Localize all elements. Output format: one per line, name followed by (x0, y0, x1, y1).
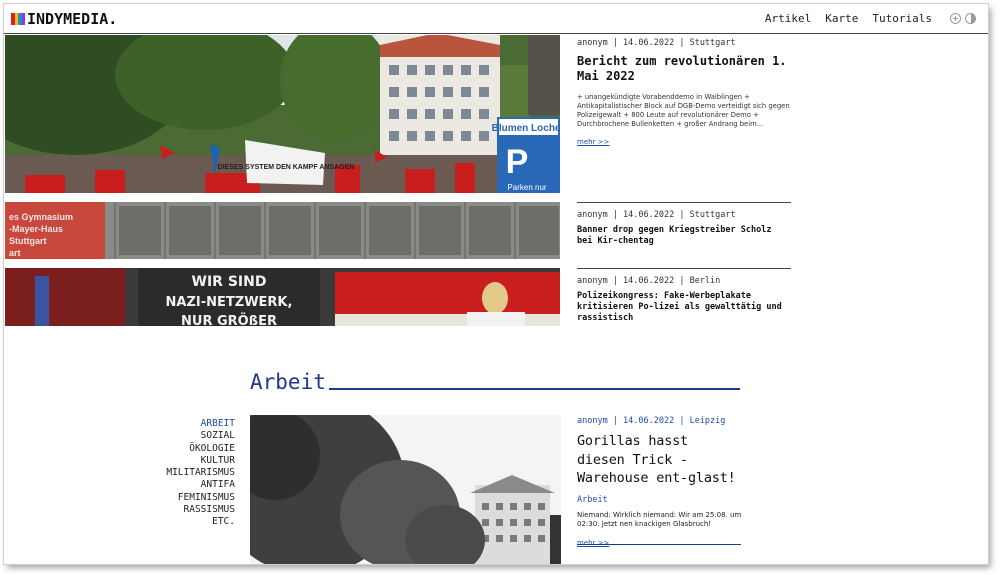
section-underline (329, 388, 740, 390)
teaser-divider (577, 202, 791, 203)
svg-text:P: P (506, 143, 529, 181)
article-teaser[interactable]: anonym | 14.06.2022 | Stuttgart Bericht … (577, 38, 791, 148)
section-title: Arbeit (250, 370, 326, 394)
featured-read-more[interactable]: mehr >> (577, 539, 609, 547)
site-logo[interactable]: INDYMEDIA. (11, 10, 117, 28)
browser-page: INDYMEDIA. Artikel Karte Tutorials Blume… (4, 4, 988, 564)
category-militarismus[interactable]: MILITARISMUS (154, 467, 235, 479)
article-title[interactable]: Bericht zum revolutionären 1. Mai 2022 (577, 54, 791, 84)
teaser-divider (577, 268, 791, 269)
category-list: ARBEIT SOZIAL ÖKOLOGIE KULTUR MILITARISM… (154, 418, 235, 529)
school-sign-line-3: Stuttgart (9, 236, 47, 246)
article-meta: anonym | 14.06.2022 | Stuttgart (577, 38, 736, 48)
article-meta: anonym | 14.06.2022 | Stuttgart (577, 210, 736, 220)
featured-article[interactable]: anonym | 14.06.2022 | Leipzig Gorillas h… (577, 416, 742, 549)
featured-title[interactable]: Gorillas hasst diesen Trick - Warehouse … (577, 432, 742, 488)
poster-line-1: WIR SIND (192, 274, 267, 290)
article-title[interactable]: Polizeikongress: Fake-Werbeplakate kriti… (577, 291, 791, 324)
main-nav: Artikel Karte Tutorials (765, 12, 976, 25)
featured-article-image[interactable] (250, 415, 561, 564)
article-meta: anonym | 14.06.2022 | Berlin (577, 276, 721, 286)
category-oekologie[interactable]: ÖKOLOGIE (154, 443, 235, 455)
category-arbeit[interactable]: ARBEIT (154, 418, 235, 430)
category-kultur[interactable]: KULTUR (154, 455, 235, 467)
site-header: INDYMEDIA. Artikel Karte Tutorials (4, 4, 988, 34)
nav-tutorials[interactable]: Tutorials (872, 12, 932, 25)
article-excerpt: + unangekündigte Vorabenddemo in Waiblin… (577, 93, 790, 128)
featured-excerpt: Niemand: Wirklich niemand: Wir am 25.08.… (577, 510, 742, 529)
read-more-link[interactable]: mehr >> (577, 138, 609, 146)
nav-karte[interactable]: Karte (825, 12, 858, 25)
logo-color-bars-icon (11, 13, 25, 25)
school-sign-line-4: art (9, 248, 21, 258)
school-sign-line-1: es Gymnasium (9, 212, 73, 222)
poster-line-2: NAZI-NETZWERK, (166, 295, 293, 310)
hero-image-poster[interactable]: WIR SIND NAZI-NETZWERK, NUR GRÖßER (5, 268, 560, 326)
hero-image-school[interactable]: es Gymnasium -Mayer-Haus Stuttgart art (5, 202, 560, 259)
logo-text: INDYMEDIA. (27, 10, 118, 28)
featured-meta: anonym | 14.06.2022 | Leipzig (577, 416, 726, 426)
featured-category[interactable]: Arbeit (577, 495, 742, 505)
contrast-icon[interactable] (965, 13, 976, 24)
poster-line-3: NUR GRÖßER (181, 313, 277, 326)
hero-image-demonstration[interactable]: Blumen Locher P Parken nur DIESES SYSTEM… (5, 35, 560, 193)
nav-artikel[interactable]: Artikel (765, 12, 811, 25)
category-sozial[interactable]: SOZIAL (154, 430, 235, 442)
protest-banner-text: DIESES SYSTEM DEN KAMPF ANSAGEN (218, 164, 355, 171)
category-rassismus[interactable]: RASSISMUS (154, 504, 235, 516)
parking-sign-sub: Parken nur (507, 183, 546, 192)
category-feminismus[interactable]: FEMINISMUS (154, 492, 235, 504)
plus-circle-icon[interactable] (950, 13, 961, 24)
article-title[interactable]: Banner drop gegen Kriegstreiber Scholz b… (577, 225, 791, 247)
article-teaser[interactable]: anonym | 14.06.2022 | Berlin Polizeikong… (577, 276, 791, 324)
parking-sign-text: Blumen Locher (492, 123, 560, 134)
school-sign-line-2: -Mayer-Haus (9, 224, 63, 234)
article-teaser[interactable]: anonym | 14.06.2022 | Stuttgart Banner d… (577, 210, 791, 247)
category-etc[interactable]: ETC. (154, 516, 235, 528)
category-antifa[interactable]: ANTIFA (154, 479, 235, 491)
featured-divider (577, 544, 741, 545)
